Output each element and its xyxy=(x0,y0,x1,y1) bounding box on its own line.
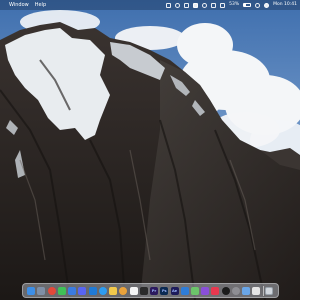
menu-bar: Window Help 53% Mon 10:41 xyxy=(0,0,300,10)
search-icon[interactable] xyxy=(255,2,261,8)
photoshop-icon[interactable]: Ps xyxy=(160,286,169,295)
mail-icon[interactable] xyxy=(68,286,77,295)
after-effects-icon[interactable]: Ae xyxy=(170,286,179,295)
preview-icon[interactable] xyxy=(242,286,251,295)
bluetooth-icon[interactable] xyxy=(211,2,217,8)
screen-record-icon[interactable] xyxy=(166,2,172,8)
menu-clock[interactable]: Mon 10:41 xyxy=(273,0,297,10)
notes-icon[interactable] xyxy=(109,286,118,295)
music-icon[interactable] xyxy=(211,286,220,295)
discord-icon[interactable] xyxy=(78,286,87,295)
system-settings-icon[interactable] xyxy=(231,286,240,295)
stickies-icon[interactable] xyxy=(252,286,261,295)
menu-bar-status: 53% Mon 10:41 xyxy=(166,0,297,10)
trash-icon[interactable] xyxy=(265,286,274,295)
timer-icon[interactable] xyxy=(175,2,181,8)
battery-percent[interactable]: 53% xyxy=(229,0,239,10)
finder-icon[interactable] xyxy=(27,286,36,295)
figma-icon[interactable] xyxy=(201,286,210,295)
desktop: Window Help 53% Mon 10:41 Pr Ps Ae xyxy=(0,0,300,300)
mountain-wallpaper xyxy=(0,0,300,300)
vscode-icon[interactable] xyxy=(88,286,97,295)
premiere-icon[interactable]: Pr xyxy=(150,286,159,295)
photos-icon[interactable] xyxy=(119,286,128,295)
maps-icon[interactable] xyxy=(190,286,199,295)
xcode-icon[interactable] xyxy=(180,286,189,295)
dock: Pr Ps Ae xyxy=(22,283,279,298)
battery-icon[interactable] xyxy=(243,3,252,7)
menu-window[interactable]: Window xyxy=(9,0,29,10)
messages-icon[interactable] xyxy=(57,286,66,295)
display-icon[interactable] xyxy=(184,2,190,8)
dock-separator xyxy=(262,285,264,296)
launchpad-icon[interactable] xyxy=(37,286,46,295)
terminal-icon[interactable] xyxy=(139,286,148,295)
chrome-icon[interactable] xyxy=(47,286,56,295)
safari-icon[interactable] xyxy=(98,286,107,295)
menu-bar-left: Window Help xyxy=(3,0,46,10)
photoshop-label: Ps xyxy=(161,288,167,293)
premiere-label: Pr xyxy=(151,288,157,293)
activity-monitor-icon[interactable] xyxy=(221,286,230,295)
wifi-icon[interactable] xyxy=(202,2,208,8)
after-effects-label: Ae xyxy=(171,288,178,293)
window-icon[interactable] xyxy=(193,2,199,8)
volume-icon[interactable] xyxy=(220,2,226,8)
menu-help[interactable]: Help xyxy=(35,0,46,10)
control-center-icon[interactable] xyxy=(264,2,270,8)
calendar-icon[interactable] xyxy=(129,286,138,295)
